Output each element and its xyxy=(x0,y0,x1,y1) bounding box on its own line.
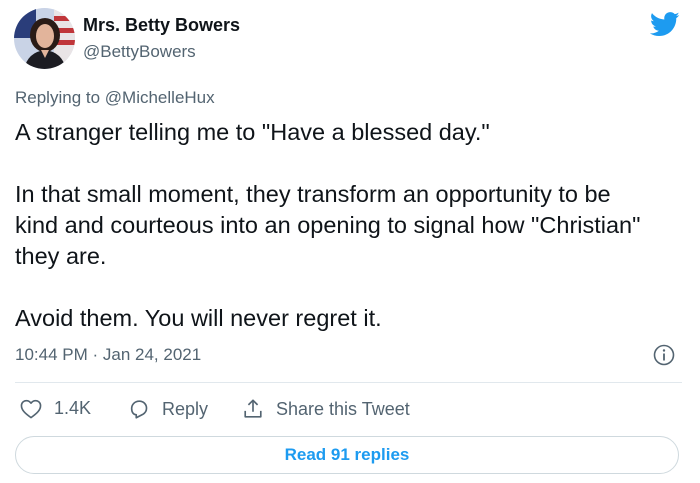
reply-button[interactable]: Reply xyxy=(128,398,208,420)
tweet-paragraph: In that small moment, they transform an … xyxy=(15,181,641,269)
like-count: 1.4K xyxy=(54,398,92,418)
tweet-timestamp[interactable]: 10:44 PM · Jan 24, 2021 xyxy=(15,345,201,365)
info-icon[interactable] xyxy=(653,344,675,366)
tweet-text: A stranger telling me to "Have a blessed… xyxy=(15,117,675,334)
avatar[interactable] xyxy=(14,8,75,69)
share-icon xyxy=(242,398,264,420)
author-name[interactable]: Mrs. Betty Bowers xyxy=(83,15,240,36)
reply-label: Reply xyxy=(162,398,209,419)
read-replies-button[interactable]: Read 91 replies xyxy=(15,436,679,474)
heart-icon xyxy=(20,399,42,419)
reply-mention-link[interactable]: @MichelleHux xyxy=(105,88,215,107)
share-button[interactable]: Share this Tweet xyxy=(242,398,410,420)
divider xyxy=(15,382,682,383)
reply-bubble-icon xyxy=(128,398,150,420)
reply-context-prefix: Replying to xyxy=(15,88,105,107)
tweet-paragraph: Avoid them. You will never regret it. xyxy=(15,305,382,331)
read-replies-label: Read 91 replies xyxy=(284,445,410,464)
share-label: Share this Tweet xyxy=(276,398,410,419)
tweet-paragraph: A stranger telling me to "Have a blessed… xyxy=(15,119,490,145)
author-handle[interactable]: @BettyBowers xyxy=(83,42,196,62)
like-button[interactable]: 1.4K xyxy=(20,398,91,419)
reply-context: Replying to @MichelleHux xyxy=(15,88,215,108)
twitter-bird-icon[interactable] xyxy=(649,12,680,37)
